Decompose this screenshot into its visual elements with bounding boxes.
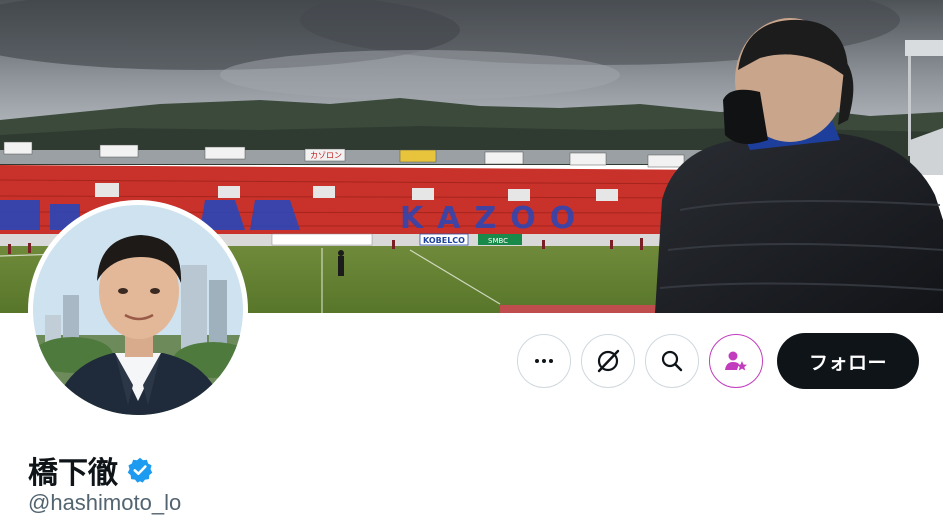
display-name: 橋下徹 bbox=[28, 457, 118, 490]
billboard-smbc: SMBC bbox=[488, 237, 508, 245]
search-icon bbox=[661, 350, 683, 372]
more-button[interactable] bbox=[516, 334, 571, 388]
follow-button[interactable]: フォロー bbox=[776, 333, 919, 389]
billboard-kobelco: KOBELCO bbox=[423, 236, 465, 245]
profile-name-row: 橋下徹 bbox=[28, 448, 154, 492]
subscribe-icon bbox=[724, 351, 747, 371]
more-icon bbox=[534, 359, 553, 363]
verified-badge-icon[interactable] bbox=[126, 456, 154, 484]
top-sign-text: カゾロン bbox=[310, 151, 342, 160]
search-button[interactable] bbox=[644, 334, 699, 388]
subscribe-button[interactable] bbox=[708, 334, 763, 388]
grok-button[interactable] bbox=[580, 334, 635, 388]
avatar-photo bbox=[33, 205, 243, 415]
grok-icon bbox=[597, 349, 620, 373]
profile-avatar[interactable] bbox=[28, 200, 248, 420]
stand-lettering: KAZOO bbox=[400, 201, 589, 236]
profile-actions: フォロー bbox=[516, 333, 919, 389]
user-handle: @hashimoto_lo bbox=[28, 490, 182, 515]
